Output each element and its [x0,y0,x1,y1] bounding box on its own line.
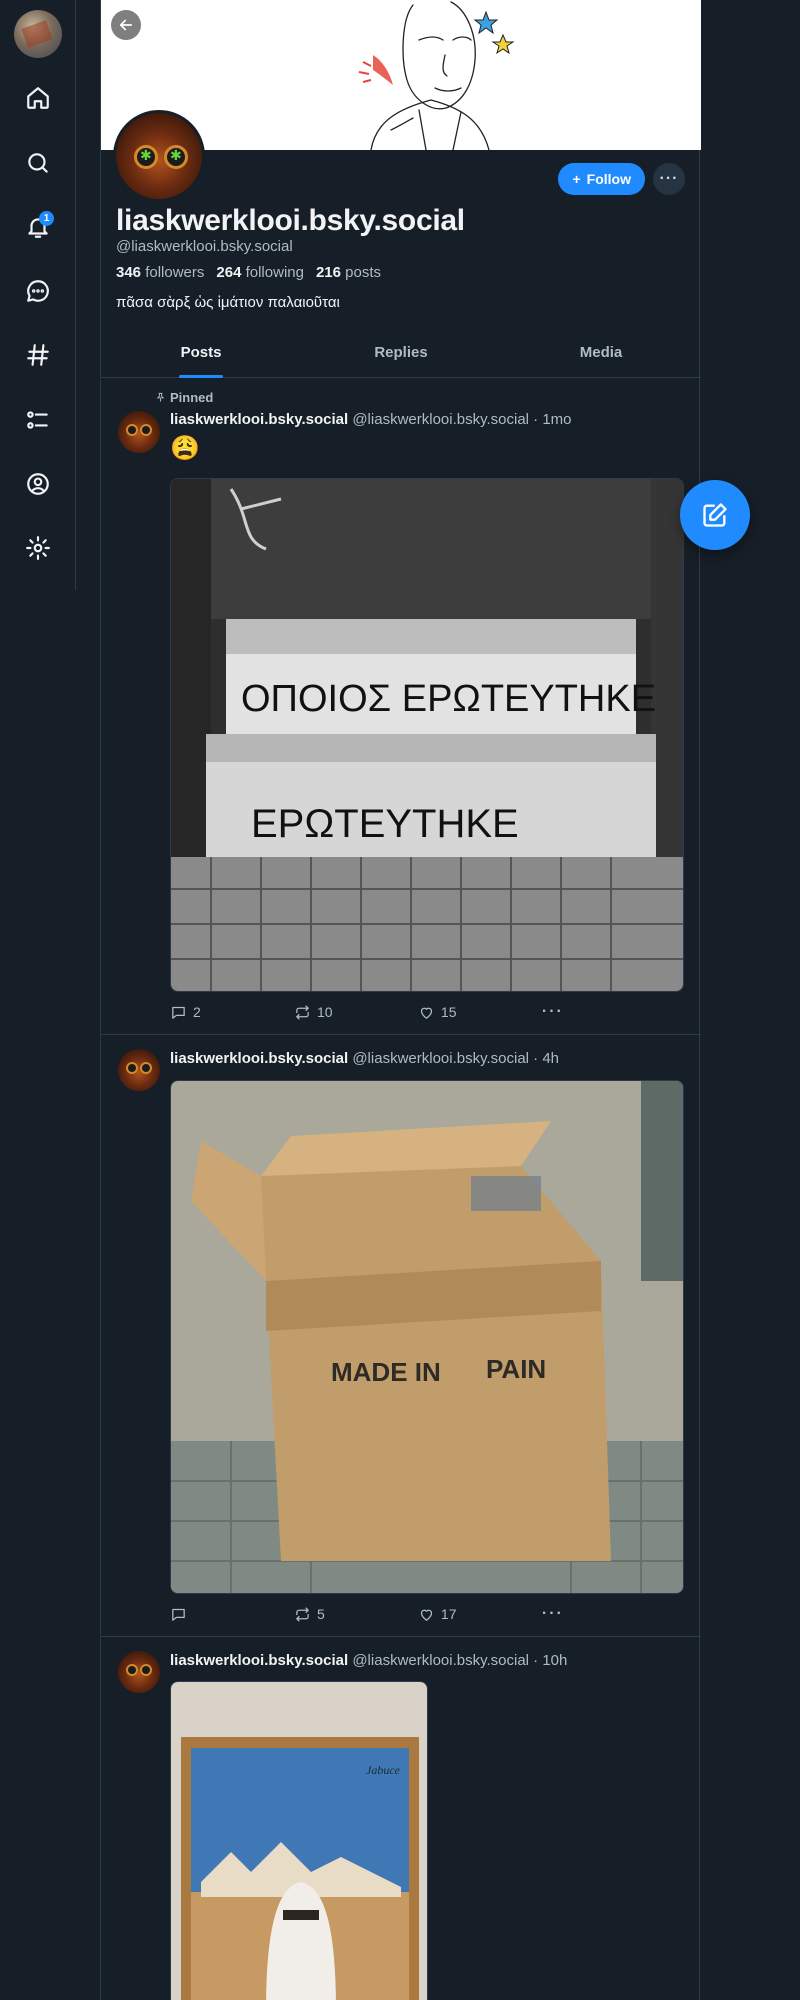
cardboard-box-photo: MADE IN PAIN [171,1081,683,1593]
search-icon[interactable] [18,143,58,183]
display-name: liaskwerklooi.bsky.social [116,204,465,237]
stairs-photo: ΟΠΟΙΟΣ ΕΡΩΤΕΥΤΗΚΕ ΕΡΩΤΕΥΤΗΚΕ [171,479,683,991]
gear-icon[interactable] [18,528,58,568]
left-nav: 1 [0,0,76,590]
plus-icon: + [572,171,581,187]
like-button[interactable]: 15 [418,1003,542,1021]
post-header: liaskwerklooi.bsky.social @liaskwerklooi… [170,411,572,428]
post-text: 😩 [170,435,200,462]
post-image[interactable]: ΟΠΟΙΟΣ ΕΡΩΤΕΥΤΗΚΕ ΕΡΩΤΕΥΤΗΚΕ [170,478,684,992]
like-button[interactable]: 17 [418,1605,542,1623]
heart-icon [420,1007,433,1019]
back-button[interactable] [111,10,141,40]
follow-button[interactable]: + Follow [558,163,645,195]
post-author[interactable]: liaskwerklooi.bsky.social [170,411,348,428]
post-item[interactable]: liaskwerklooi.bsky.social @liaskwerklooi… [101,1035,701,1637]
home-icon[interactable] [18,78,58,118]
post-actions: 2 10 15 ··· [170,1003,580,1021]
pin-icon [156,392,165,402]
post-header: liaskwerklooi.bsky.social @liaskwerklooi… [170,1652,567,1669]
posts-stat: 216 posts [315,264,382,281]
post-more-button[interactable]: ··· [542,1605,580,1623]
nav-avatar[interactable] [14,10,62,58]
post-author[interactable]: liaskwerklooi.bsky.social [170,1050,348,1067]
box-text-made-in: MADE IN [331,1357,441,1387]
chat-icon[interactable] [18,271,58,311]
post-author[interactable]: liaskwerklooi.bsky.social [170,1652,348,1669]
post-meta: @liaskwerklooi.bsky.social · 4h [352,1050,560,1067]
following-stat[interactable]: 264 following [216,264,304,281]
profile-handle: @liaskwerklooi.bsky.social [116,238,293,255]
profile-stats: 346 followers 264 following 216 posts [116,264,381,281]
post-image[interactable]: MADE IN PAIN [170,1080,684,1594]
framed-poster-photo: Jabuce [171,1682,427,2000]
reply-button[interactable]: 2 [170,1003,294,1021]
follow-label: Follow [586,171,631,187]
compose-icon [703,503,727,527]
box-text-pain: PAIN [486,1354,546,1384]
post-more-button[interactable]: ··· [542,1003,580,1021]
repost-button[interactable]: 5 [294,1605,418,1623]
tab-replies[interactable]: Replies [301,332,501,377]
post-avatar[interactable] [118,1049,160,1091]
repost-icon [296,1606,309,1622]
post-item[interactable]: liaskwerklooi.bsky.social @liaskwerklooi… [101,1637,701,2000]
pinned-indicator: Pinned [155,390,213,405]
tab-media[interactable]: Media [501,332,701,377]
more-options-button[interactable]: ··· [653,163,685,195]
followers-stat[interactable]: 346 followers [116,264,204,281]
poster-signature: Jabuce [366,1763,401,1777]
post-avatar[interactable] [118,411,160,453]
profile-icon[interactable] [18,464,58,504]
reply-icon [172,1608,185,1621]
bell-icon[interactable]: 1 [18,207,58,247]
hashtag-icon[interactable] [18,335,58,375]
repost-button[interactable]: 10 [294,1003,418,1021]
repost-icon [296,1004,309,1020]
post-item[interactable]: Pinned liaskwerklooi.bsky.social @liaskw… [101,378,701,1035]
graffiti-text-top: ΟΠΟΙΟΣ ΕΡΩΤΕΥΤΗΚΕ [241,678,656,720]
post-actions: 5 17 ··· [170,1605,580,1623]
graffiti-text-bottom: ΕΡΩΤΕΥΤΗΚΕ [251,802,519,846]
main-column: + Follow ··· liaskwerklooi.bsky.social @… [100,0,701,2000]
tab-posts[interactable]: Posts [101,332,301,378]
post-meta: @liaskwerklooi.bsky.social · 10h [352,1652,568,1669]
profile-tabs: Posts Replies Media [101,332,701,378]
profile-avatar[interactable] [113,110,205,202]
post-image[interactable]: Jabuce [170,1681,428,2000]
notification-badge: 1 [39,211,54,226]
reply-icon [172,1006,185,1019]
post-meta: @liaskwerklooi.bsky.social · 1mo [352,411,572,428]
post-avatar[interactable] [118,1651,160,1693]
arrow-left-icon [119,19,133,31]
list-icon[interactable] [18,400,58,440]
post-header: liaskwerklooi.bsky.social @liaskwerklooi… [170,1050,559,1067]
heart-icon [420,1609,433,1621]
compose-button[interactable] [680,480,750,550]
profile-bio: πᾶσα σὰρξ ὡς ἱμάτιον παλαιοῦται [116,294,340,311]
reply-button[interactable] [170,1605,294,1623]
